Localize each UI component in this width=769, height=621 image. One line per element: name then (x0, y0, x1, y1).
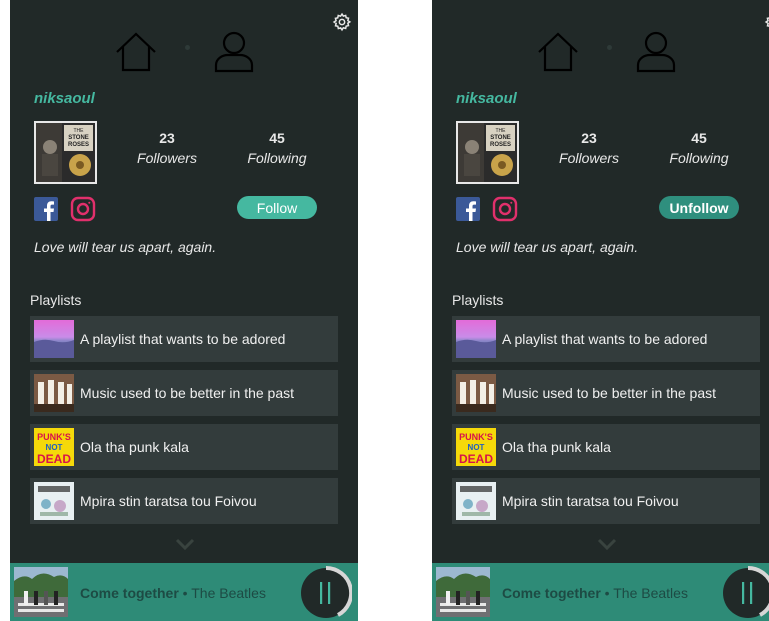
svg-text:DEAD: DEAD (459, 452, 493, 466)
home-icon[interactable] (113, 30, 159, 74)
playlist-list: A playlist that wants to be adored Music… (30, 316, 338, 532)
now-playing-title: Come together (502, 585, 601, 601)
playlist-name: Mpira stin taratsa tou Foivou (80, 493, 257, 509)
home-icon[interactable] (535, 30, 581, 74)
followers-label: Followers (137, 150, 197, 166)
profile-screen-follow: niksaoul THE STONE ROSES 23 Followers 45… (10, 0, 358, 621)
now-playing-artist: The Beatles (613, 585, 688, 601)
playlist-name: Ola tha punk kala (80, 439, 189, 455)
instagram-icon[interactable] (492, 196, 518, 222)
svg-text:STONE: STONE (68, 135, 89, 141)
playlist-name: Music used to be better in the past (502, 385, 717, 401)
follow-button[interactable]: Follow (237, 196, 317, 219)
instagram-icon[interactable] (70, 196, 96, 222)
pause-icon[interactable] (300, 564, 352, 621)
now-playing-text: Come together • The Beatles (80, 585, 266, 601)
playlist-cover (34, 374, 74, 412)
playlist-item[interactable]: Mpira stin taratsa tou Foivou (30, 478, 338, 524)
bio-text: Love will tear us apart, again. (456, 239, 639, 255)
username[interactable]: niksaoul (34, 90, 95, 107)
svg-text:PUNK'S: PUNK'S (459, 432, 493, 442)
facebook-icon[interactable] (456, 197, 480, 221)
playlist-name: A playlist that wants to be adored (80, 331, 286, 347)
svg-text:THE: THE (496, 128, 507, 134)
chevron-down-icon[interactable] (597, 538, 617, 550)
avatar: THE STONE ROSES (456, 121, 519, 184)
svg-text:ROSES: ROSES (68, 142, 89, 148)
playlist-cover: PUNK'S NOT DEAD (34, 428, 74, 466)
playlist-name: Mpira stin taratsa tou Foivou (502, 493, 679, 509)
playlist-name: Ola tha punk kala (502, 439, 611, 455)
user-icon[interactable] (633, 30, 679, 74)
playlist-cover (456, 374, 496, 412)
gear-icon[interactable] (332, 12, 352, 32)
svg-text:ROSES: ROSES (490, 142, 511, 148)
now-playing-artist: The Beatles (191, 585, 266, 601)
now-playing-separator: • (178, 585, 192, 601)
playlist-name: Music used to be better in the past (80, 385, 295, 401)
svg-text:THE: THE (74, 128, 85, 134)
playlist-name: A playlist that wants to be adored (502, 331, 708, 347)
playlists-heading: Playlists (30, 292, 82, 308)
chevron-down-icon[interactable] (175, 538, 195, 550)
followers-label: Followers (559, 150, 619, 166)
avatar: THE STONE ROSES (34, 121, 97, 184)
playlist-item[interactable]: PUNK'S NOT DEAD Ola tha punk kala (452, 424, 760, 470)
playlist-cover (456, 482, 496, 520)
following-label: Following (247, 150, 307, 166)
now-playing-text: Come together • The Beatles (502, 585, 688, 601)
playlist-item[interactable]: A playlist that wants to be adored (452, 316, 760, 362)
svg-text:NOT: NOT (46, 443, 63, 452)
bio-text: Love will tear us apart, again. (34, 239, 217, 255)
followers-stat[interactable]: 23 Followers (544, 130, 634, 166)
now-playing-cover (14, 567, 68, 617)
following-label: Following (669, 150, 729, 166)
now-playing-separator: • (600, 585, 614, 601)
facebook-icon[interactable] (34, 197, 58, 221)
top-navigation (10, 30, 358, 76)
following-stat[interactable]: 45 Following (232, 130, 322, 166)
playlist-cover (34, 482, 74, 520)
following-stat[interactable]: 45 Following (654, 130, 744, 166)
playlists-heading: Playlists (452, 292, 504, 308)
following-count: 45 (269, 130, 285, 146)
followers-count: 23 (159, 130, 175, 146)
gear-icon[interactable] (764, 12, 769, 32)
playlist-item[interactable]: PUNK'S NOT DEAD Ola tha punk kala (30, 424, 338, 470)
svg-text:PUNK'S: PUNK'S (37, 432, 71, 442)
username[interactable]: niksaoul (456, 90, 517, 107)
svg-text:STONE: STONE (490, 135, 511, 141)
followers-stat[interactable]: 23 Followers (122, 130, 212, 166)
playlist-cover: PUNK'S NOT DEAD (456, 428, 496, 466)
top-navigation (432, 30, 769, 76)
playlist-item[interactable]: A playlist that wants to be adored (30, 316, 338, 362)
now-playing-cover (436, 567, 490, 617)
nav-indicator (185, 45, 190, 50)
user-icon[interactable] (211, 30, 257, 74)
playlist-cover (34, 320, 74, 358)
pause-icon[interactable] (722, 564, 769, 621)
now-playing-bar[interactable]: Come together • The Beatles (432, 563, 769, 621)
playlist-item[interactable]: Music used to be better in the past (452, 370, 760, 416)
followers-count: 23 (581, 130, 597, 146)
unfollow-button[interactable]: Unfollow (659, 196, 739, 219)
svg-text:NOT: NOT (468, 443, 485, 452)
playlist-cover (456, 320, 496, 358)
svg-text:DEAD: DEAD (37, 452, 71, 466)
playlist-list: A playlist that wants to be adored Music… (452, 316, 760, 532)
playlist-item[interactable]: Mpira stin taratsa tou Foivou (452, 478, 760, 524)
following-count: 45 (691, 130, 707, 146)
profile-screen-unfollow: niksaoul THE STONE ROSES 23 Followers 45… (432, 0, 769, 621)
playlist-item[interactable]: Music used to be better in the past (30, 370, 338, 416)
nav-indicator (607, 45, 612, 50)
now-playing-title: Come together (80, 585, 179, 601)
